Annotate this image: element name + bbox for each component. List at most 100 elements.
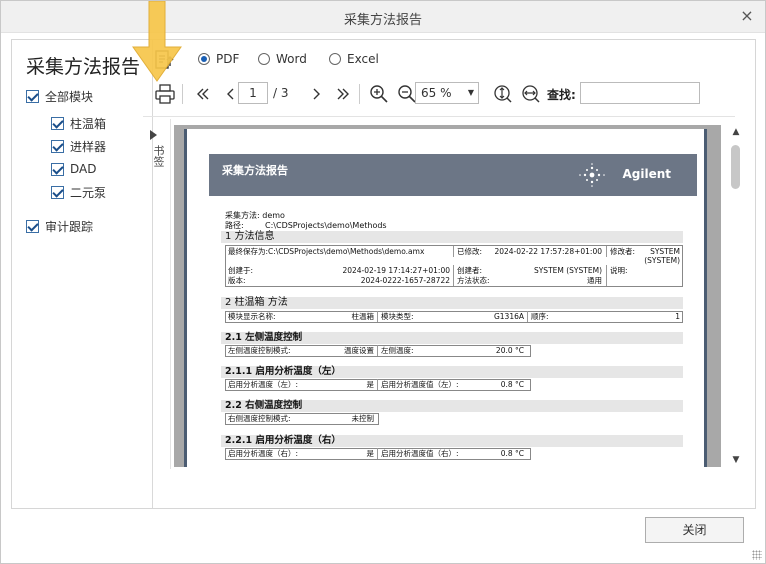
table-row: 启用分析温度（左）: 是 启用分析温度值（左）: 0.8 °C	[225, 379, 531, 390]
title-bar: 采集方法报告 ×	[1, 1, 765, 33]
cell: 版本:	[228, 276, 246, 285]
window-title: 采集方法报告	[343, 13, 422, 28]
cell: 1	[675, 312, 680, 321]
table-row: 模块显示名称: 柱温箱 模块类型: G1316A 顺序: 1	[225, 311, 683, 322]
path-value: C:\CDSProjects\demo\Methods	[265, 221, 387, 230]
section-oven-method: 2 柱温箱 方法	[221, 297, 683, 309]
checkbox-label: 柱温箱	[70, 116, 107, 131]
section-left-enable: 2.1.1 启用分析温度（左）	[221, 366, 683, 378]
agilent-logo-text: Agilent	[622, 167, 671, 181]
table-row: 启用分析温度（右）: 是 启用分析温度值（右）: 0.8 °C	[225, 448, 531, 459]
cell: 0.8 °C	[500, 380, 524, 389]
radio-label: Excel	[347, 52, 379, 66]
cell: 未控制	[351, 414, 375, 423]
radio-word[interactable]: Word	[258, 51, 307, 67]
cell: 顺序:	[527, 311, 567, 322]
bookmark-divider	[170, 119, 171, 469]
next-page-icon[interactable]	[304, 82, 328, 106]
radio-pdf[interactable]: PDF	[198, 51, 239, 67]
toolbar-bottom-divider	[143, 116, 735, 117]
print-icon[interactable]	[153, 82, 177, 106]
checkbox-label: 全部模块	[45, 89, 94, 104]
radio-dot[interactable]	[329, 53, 341, 65]
fit-width-icon[interactable]	[519, 82, 543, 106]
cell: 0.8 °C	[500, 449, 524, 458]
section-right-enable: 2.2.1 启用分析温度（右）	[221, 435, 683, 447]
module-panel: 采集方法报告 全部模块 柱温箱 进样器 DAD 二元泵 审计跟踪	[12, 40, 153, 508]
table-row: 右侧温度控制模式: 未控制	[225, 413, 379, 424]
checkbox-icon[interactable]	[51, 162, 64, 176]
cell: 温度设置	[344, 346, 374, 355]
report-preview[interactable]: 采集方法报告 Agilent 采集方法: demo 路径: C:\CDSProj…	[174, 125, 721, 467]
report-dialog: 采集方法报告 × 采集方法报告 全部模块 柱温箱 进样器 DAD 二元泵 审计跟…	[0, 0, 766, 564]
checkbox-icon[interactable]	[26, 89, 39, 103]
cell: 模块类型:	[377, 311, 437, 322]
cell: 启用分析温度值（右）:	[377, 448, 477, 459]
bookmark-label: 书签	[152, 145, 165, 167]
panel-heading: 采集方法报告	[26, 56, 141, 78]
table-row: 左侧温度控制模式: 温度设置 左侧温度: 20.0 °C	[225, 345, 531, 356]
checkbox-label: 审计跟踪	[45, 219, 94, 234]
page-total: / 3	[273, 86, 289, 100]
close-button[interactable]: 关闭	[645, 517, 744, 543]
checkbox-label: 二元泵	[70, 185, 107, 200]
close-icon[interactable]: ×	[737, 6, 757, 26]
radio-excel[interactable]: Excel	[329, 51, 379, 67]
report-page: 采集方法报告 Agilent 采集方法: demo 路径: C:\CDSProj…	[184, 129, 707, 467]
radio-dot[interactable]	[198, 53, 210, 65]
page-number-input[interactable]: 1	[238, 82, 268, 104]
first-page-icon[interactable]	[191, 82, 215, 106]
checkbox-icon[interactable]	[51, 185, 64, 199]
radio-dot[interactable]	[258, 53, 270, 65]
checkbox-module-binary-pump[interactable]: 二元泵	[51, 183, 106, 201]
checkbox-label: 进样器	[70, 139, 107, 154]
fit-height-icon[interactable]	[491, 82, 515, 106]
scroll-up-icon[interactable]: ▲	[731, 127, 741, 137]
cell	[606, 275, 683, 286]
checkbox-all-modules[interactable]: 全部模块	[26, 87, 93, 105]
cell: 通用	[587, 276, 602, 285]
highlight-arrow-icon	[132, 1, 182, 82]
scroll-thumb[interactable]	[731, 145, 740, 189]
toolbar-divider	[182, 84, 183, 104]
cell: 右侧温度控制模式:	[228, 414, 291, 423]
bookmark-tab[interactable]: 书签	[145, 127, 167, 187]
checkbox-label: DAD	[70, 162, 97, 176]
section-method-info: 1 方法信息	[221, 231, 683, 243]
checkbox-module-sampler[interactable]: 进样器	[51, 137, 106, 155]
checkbox-icon[interactable]	[51, 139, 64, 153]
cell: 启用分析温度值（左）:	[377, 379, 477, 390]
cell: 模块显示名称:	[228, 312, 276, 321]
export-toolbar: PDF Word Excel	[143, 45, 745, 75]
resize-grip-icon[interactable]	[752, 550, 762, 560]
toolbar-divider	[359, 84, 360, 104]
zoom-in-icon[interactable]	[367, 82, 391, 106]
viewer-toolbar: 1 / 3 65 % ▼ 查找:	[143, 79, 745, 109]
checkbox-module-column-oven[interactable]: 柱温箱	[51, 114, 106, 132]
find-label: 查找:	[547, 88, 576, 102]
section-right-temp: 2.2 右侧温度控制	[221, 400, 683, 412]
checkbox-icon[interactable]	[26, 219, 39, 233]
find-input[interactable]	[580, 82, 700, 104]
checkbox-icon[interactable]	[51, 116, 64, 130]
preview-scrollbar[interactable]: ▲ ▼	[728, 125, 744, 467]
scroll-down-icon[interactable]: ▼	[731, 455, 741, 465]
cell: 启用分析温度（右）:	[228, 449, 299, 458]
checkbox-audit-trail[interactable]: 审计跟踪	[26, 217, 93, 235]
cell: 左侧温度控制模式:	[228, 346, 291, 355]
report-title: 采集方法报告	[222, 164, 288, 177]
cell: G1316A	[493, 312, 524, 321]
section-left-temp: 2.1 左侧温度控制	[221, 332, 683, 344]
table-row: 版本: 2024-0222-1657-28722 方法状态: 通用	[225, 275, 683, 286]
radio-label: PDF	[216, 52, 240, 66]
last-page-icon[interactable]	[331, 82, 355, 106]
zoom-select[interactable]: 65 % ▼	[415, 82, 479, 104]
cell: 2024-0222-1657-28722	[360, 276, 450, 285]
cell: 是	[366, 380, 375, 389]
dropdown-arrow-icon[interactable]: ▼	[468, 83, 474, 103]
checkbox-module-dad[interactable]: DAD	[51, 160, 96, 178]
radio-label: Word	[276, 52, 307, 66]
expand-triangle-icon[interactable]	[150, 130, 157, 140]
cell: 左侧温度:	[377, 345, 437, 356]
method-name-line: 采集方法: demo	[225, 211, 285, 220]
